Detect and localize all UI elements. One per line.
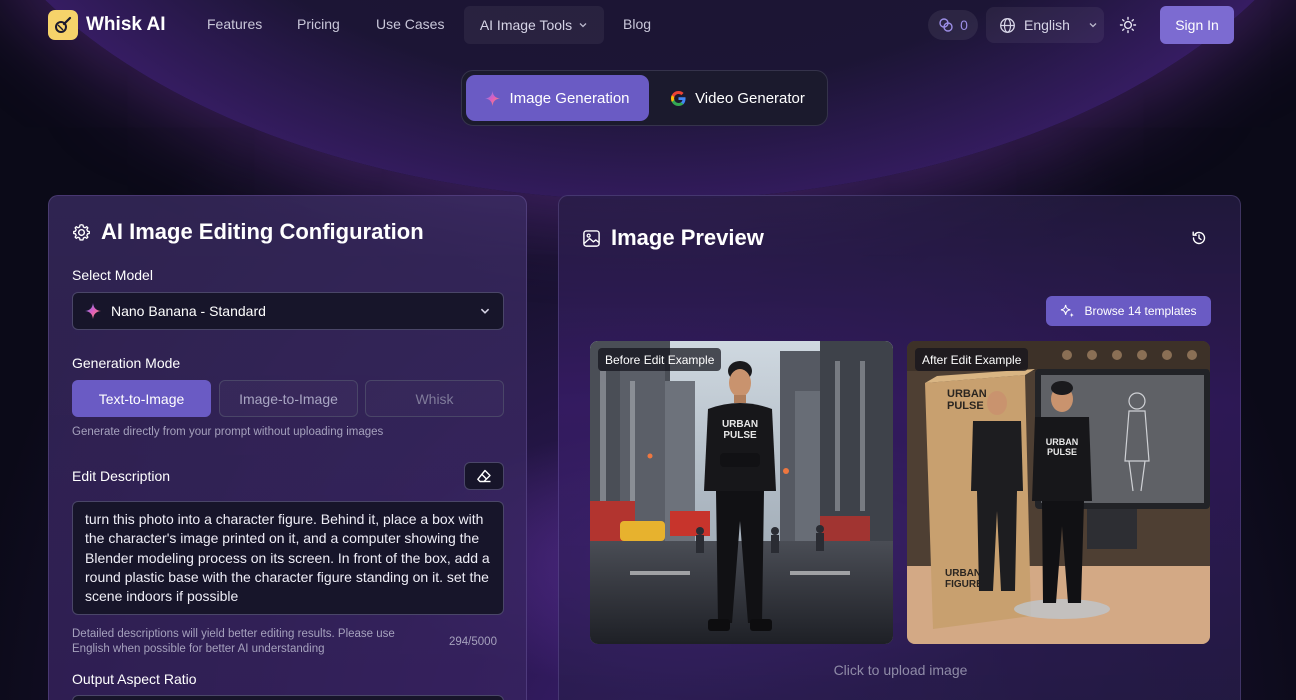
city-street-illustration: URBAN PULSE: [590, 341, 893, 644]
image-generation-label: Image Generation: [509, 89, 630, 107]
after-edit-tag: After Edit Example: [915, 348, 1029, 371]
upload-hint[interactable]: Click to upload image: [559, 662, 1242, 678]
chevron-down-icon: [579, 23, 587, 28]
box-bottom-line-2: FIGURE: [945, 579, 983, 590]
chevron-down-icon: [480, 308, 490, 314]
after-example-image[interactable]: URBAN PULSE URBAN FIGURE 01 URBAN PULSE …: [907, 341, 1210, 644]
figure-box-illustration: URBAN PULSE URBAN FIGURE 01 URBAN PULSE: [907, 341, 1210, 644]
config-title: AI Image Editing Configuration: [101, 219, 424, 244]
aspect-ratio-label: Output Aspect Ratio: [72, 671, 197, 687]
text-to-image-button[interactable]: Text-to-Image: [72, 380, 211, 417]
eraser-icon: [477, 469, 491, 483]
config-title-row: AI Image Editing Configuration: [72, 219, 424, 245]
generation-mode-hint: Generate directly from your prompt witho…: [72, 426, 384, 438]
edit-description-input[interactable]: [72, 501, 504, 615]
credits-count: 0: [960, 17, 968, 33]
gear-icon: [73, 223, 90, 241]
sparkle-icon: [485, 90, 501, 106]
mode-switcher: Image Generation Video Generator: [461, 70, 828, 126]
nav-features[interactable]: Features: [207, 16, 262, 32]
coins-icon: [939, 18, 953, 32]
image-icon: [583, 229, 600, 247]
top-nav: Whisk AI Features Pricing Use Cases AI I…: [0, 0, 1296, 50]
history-button[interactable]: [1189, 228, 1209, 248]
edit-description-hint: Detailed descriptions will yield better …: [72, 627, 432, 657]
gemini-sparkle-icon: [85, 303, 101, 319]
model-value: Nano Banana - Standard: [111, 303, 266, 319]
config-panel: AI Image Editing Configuration Select Mo…: [48, 195, 527, 700]
shirt-text-line-2: PULSE: [723, 430, 757, 441]
figure-shirt-line-2: PULSE: [1047, 447, 1077, 457]
credits-badge[interactable]: 0: [928, 10, 978, 40]
video-generator-tab[interactable]: Video Generator: [653, 75, 823, 121]
nav-use-cases[interactable]: Use Cases: [376, 16, 444, 32]
box-bottom-line-1: URBAN: [945, 568, 981, 579]
history-icon: [1192, 231, 1206, 245]
language-label: English: [1024, 17, 1070, 33]
google-icon: [671, 90, 686, 106]
image-generation-tab[interactable]: Image Generation: [466, 75, 649, 121]
nav-pricing[interactable]: Pricing: [297, 16, 340, 32]
edit-hint-line-2: English when possible for better AI unde…: [72, 643, 325, 655]
browse-templates-button[interactable]: Browse 14 templates: [1046, 296, 1211, 326]
language-selector[interactable]: English: [986, 7, 1104, 43]
nav-ai-image-tools-label: AI Image Tools: [479, 17, 573, 33]
character-counter: 294/5000: [449, 636, 497, 648]
edit-hint-line-1: Detailed descriptions will yield better …: [72, 628, 395, 640]
nav-blog[interactable]: Blog: [623, 16, 651, 32]
sign-in-button[interactable]: Sign In: [1160, 6, 1234, 44]
preview-title-row: Image Preview: [582, 225, 764, 251]
box-label-line-2: PULSE: [947, 400, 984, 412]
edit-description-label: Edit Description: [72, 468, 171, 484]
nav-ai-image-tools[interactable]: AI Image Tools: [464, 6, 604, 44]
clear-button[interactable]: [464, 462, 504, 490]
before-example-image[interactable]: URBAN PULSE Before Edit Example: [590, 341, 893, 644]
browse-templates-label: Browse 14 templates: [1084, 304, 1197, 318]
brand-name: Whisk AI: [86, 14, 166, 35]
theme-toggle[interactable]: [1116, 13, 1140, 37]
whisk-logo-icon: [48, 10, 78, 40]
model-select[interactable]: Nano Banana - Standard: [72, 292, 504, 330]
preview-panel: Image Preview Browse 14 templates URBAN …: [558, 195, 1241, 700]
whisk-mode-button[interactable]: Whisk: [365, 380, 504, 417]
before-edit-tag: Before Edit Example: [598, 348, 722, 371]
image-to-image-button[interactable]: Image-to-Image: [219, 380, 358, 417]
box-label-line-1: URBAN: [947, 388, 987, 400]
globe-icon: [1000, 17, 1015, 33]
sun-icon: [1119, 16, 1137, 34]
sparkles-icon: [1061, 304, 1075, 318]
generation-mode-label: Generation Mode: [72, 355, 181, 371]
video-generator-label: Video Generator: [695, 89, 805, 107]
logo[interactable]: Whisk AI: [48, 10, 166, 40]
figure-shirt-line-1: URBAN: [1046, 437, 1079, 447]
preview-title: Image Preview: [611, 225, 764, 250]
model-label: Select Model: [72, 267, 153, 283]
chevron-down-icon: [1089, 23, 1097, 28]
aspect-ratio-select[interactable]: [72, 695, 504, 700]
shirt-text-line-1: URBAN: [722, 419, 758, 430]
